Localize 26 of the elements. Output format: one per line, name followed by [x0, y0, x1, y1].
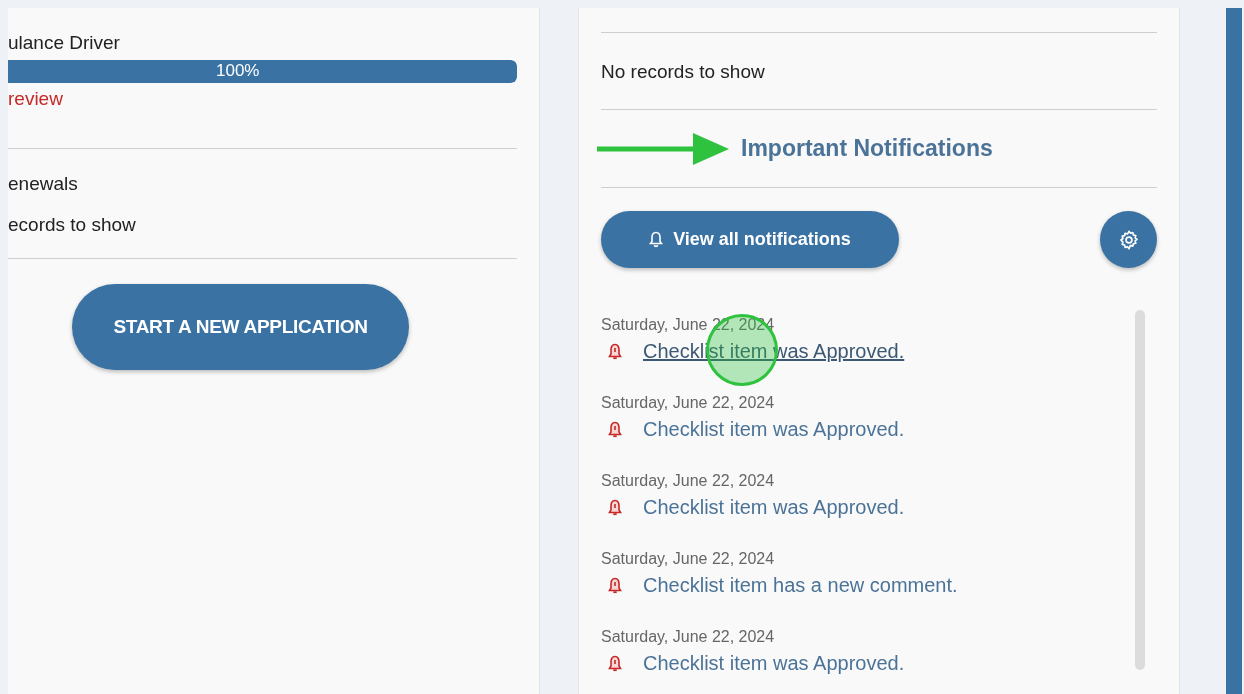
- scrollbar[interactable]: [1135, 310, 1145, 670]
- notification-link[interactable]: Checklist item was Approved.: [643, 652, 905, 675]
- section-title: enewals: [8, 173, 79, 195]
- bell-icon: [649, 231, 664, 248]
- view-all-notifications-button[interactable]: View all notifications: [601, 211, 899, 268]
- application-title: ulance Driver: [8, 32, 121, 55]
- empty-text: No records to show: [601, 32, 1157, 110]
- alert-bell-icon: [607, 654, 623, 673]
- empty-text: ecords to show: [8, 214, 137, 236]
- status-text: review: [8, 88, 64, 110]
- start-application-button[interactable]: START A NEW APPLICATION: [72, 284, 409, 370]
- notification-date: Saturday, June 22, 2024: [601, 550, 776, 568]
- settings-icon: [1117, 228, 1140, 251]
- notification-date: Saturday, June 22, 2024: [601, 394, 776, 412]
- notification-link[interactable]: Checklist item was Approved.: [643, 418, 905, 441]
- section-heading: Important Notifications: [741, 135, 993, 162]
- alert-bell-icon: [607, 498, 623, 517]
- notification-link[interactable]: Checklist item was Approved.: [643, 496, 905, 519]
- notification-date: Saturday, June 22, 2024: [601, 472, 776, 490]
- alert-bell-icon: [607, 576, 623, 595]
- alert-bell-icon: [607, 342, 623, 361]
- notification-date: Saturday, June 22, 2024: [601, 628, 776, 646]
- progress-label: 100%: [216, 61, 260, 81]
- notification-link[interactable]: Checklist item has a new comment.: [643, 574, 958, 597]
- settings-button[interactable]: [1100, 211, 1157, 268]
- alert-bell-icon: [607, 420, 623, 439]
